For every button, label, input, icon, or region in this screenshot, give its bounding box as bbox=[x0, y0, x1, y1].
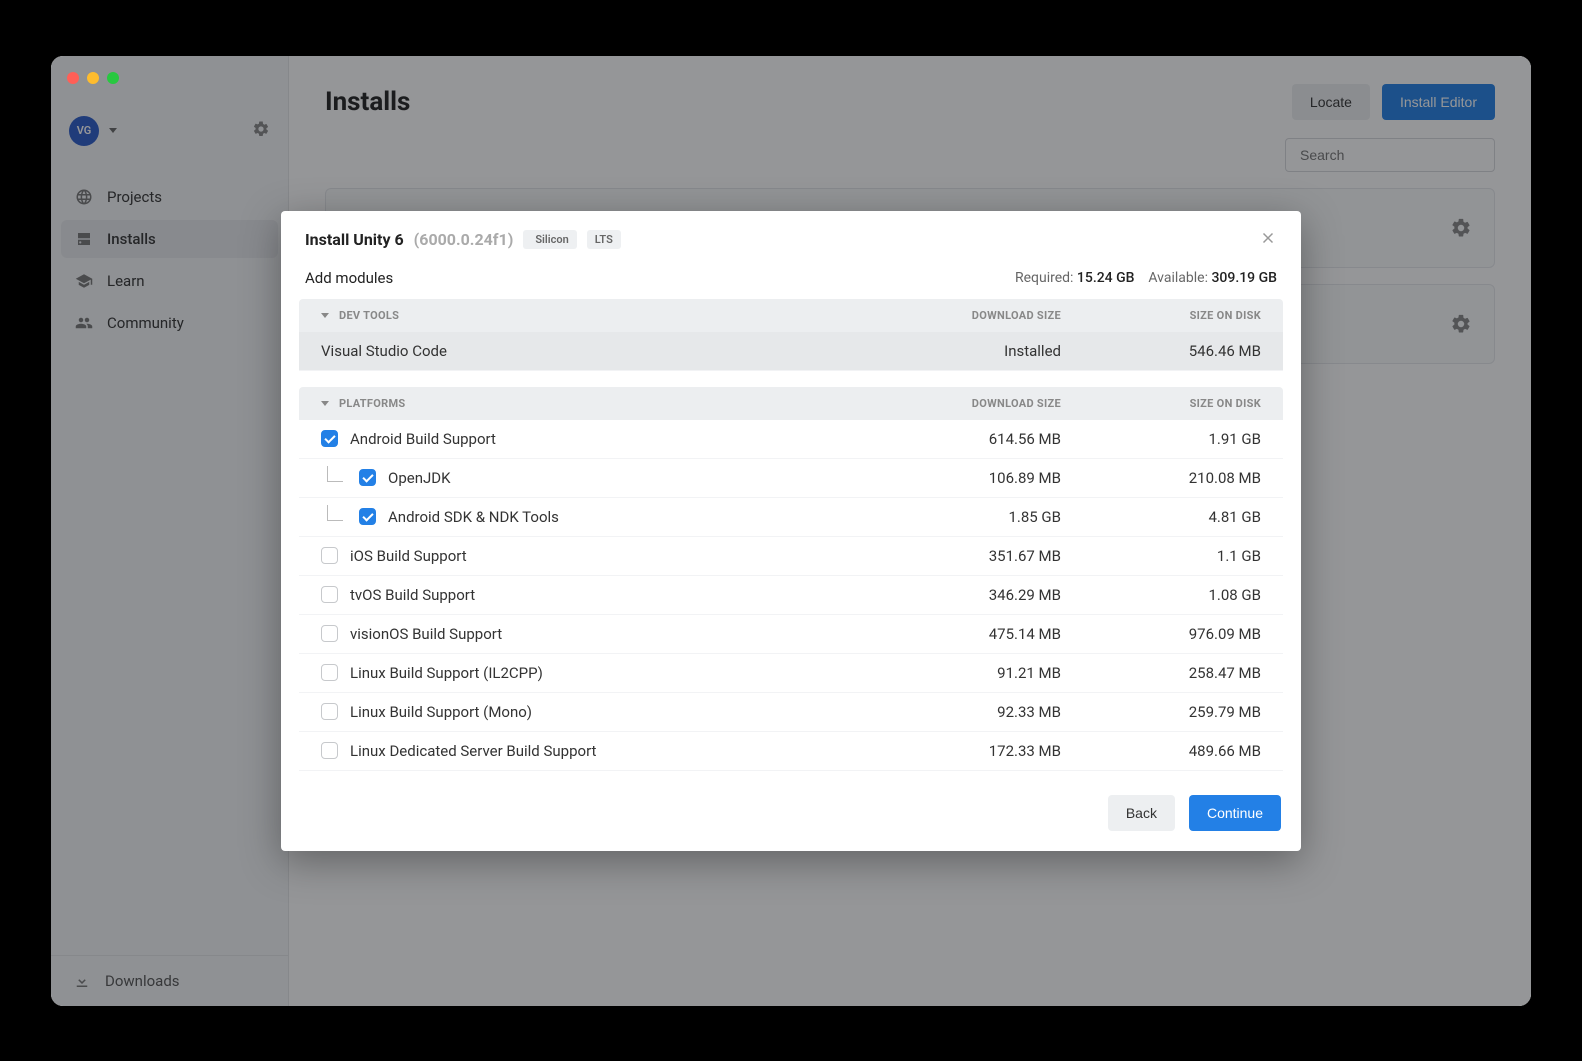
disk-size: 210.08 MB bbox=[1061, 469, 1261, 487]
module-row[interactable]: OpenJDK 106.89 MB210.08 MB bbox=[299, 459, 1283, 498]
module-row[interactable]: Linux Build Support (Mono) 92.33 MB259.79… bbox=[299, 693, 1283, 732]
disk-size: 4.81 GB bbox=[1061, 508, 1261, 526]
module-row[interactable]: Mac Build Support (IL2CPP)568.12 MB1.78 … bbox=[299, 771, 1283, 779]
module-name: Android Build Support bbox=[350, 430, 496, 448]
module-name: Linux Build Support (IL2CPP) bbox=[350, 664, 543, 682]
module-checkbox[interactable] bbox=[321, 547, 338, 564]
module-checkbox[interactable] bbox=[321, 625, 338, 642]
module-name: Android SDK & NDK Tools bbox=[388, 508, 559, 526]
modal-title: Install Unity 6 bbox=[305, 230, 404, 249]
caret-down-icon bbox=[321, 313, 329, 318]
module-checkbox[interactable] bbox=[359, 508, 376, 525]
module-row[interactable]: visionOS Build Support 475.14 MB976.09 MB bbox=[299, 615, 1283, 654]
module-name: Linux Dedicated Server Build Support bbox=[350, 742, 596, 760]
module-name: OpenJDK bbox=[388, 469, 451, 487]
modal-version: (6000.0.24f1) bbox=[414, 230, 514, 249]
section-header-devtools[interactable]: DEV TOOLS DOWNLOAD SIZE SIZE ON DISK bbox=[299, 299, 1283, 332]
download-size: 475.14 MB bbox=[861, 625, 1061, 643]
disk-size: 1.1 GB bbox=[1061, 547, 1261, 565]
modal-footer: Back Continue bbox=[281, 779, 1301, 851]
continue-button[interactable]: Continue bbox=[1189, 795, 1281, 831]
arch-badge: Silicon bbox=[523, 230, 576, 249]
download-size: 346.29 MB bbox=[861, 586, 1061, 604]
tree-line-icon bbox=[327, 466, 343, 482]
module-name: visionOS Build Support bbox=[350, 625, 502, 643]
add-modules-label: Add modules bbox=[305, 269, 393, 287]
module-name: iOS Build Support bbox=[350, 547, 467, 565]
module-checkbox[interactable] bbox=[321, 586, 338, 603]
disk-size: 489.66 MB bbox=[1061, 742, 1261, 760]
modal-title-wrap: Install Unity 6 (6000.0.24f1) Silicon LT… bbox=[305, 230, 621, 249]
module-row[interactable]: iOS Build Support 351.67 MB1.1 GB bbox=[299, 537, 1283, 576]
back-button[interactable]: Back bbox=[1108, 795, 1175, 831]
tree-line-icon bbox=[327, 505, 343, 521]
download-size: 91.21 MB bbox=[861, 664, 1061, 682]
download-size: 1.85 GB bbox=[861, 508, 1061, 526]
module-row[interactable]: Android SDK & NDK Tools 1.85 GB4.81 GB bbox=[299, 498, 1283, 537]
section-header-platforms[interactable]: PLATFORMS DOWNLOAD SIZE SIZE ON DISK bbox=[299, 387, 1283, 420]
disk-summary: Required: 15.24 GB Available: 309.19 GB bbox=[1015, 270, 1277, 286]
module-row[interactable]: Linux Build Support (IL2CPP) 91.21 MB258.… bbox=[299, 654, 1283, 693]
disk-size: 1.91 GB bbox=[1061, 430, 1261, 448]
close-button[interactable] bbox=[1259, 229, 1277, 251]
install-modules-modal: Install Unity 6 (6000.0.24f1) Silicon LT… bbox=[281, 211, 1301, 851]
module-name: tvOS Build Support bbox=[350, 586, 475, 604]
modal-overlay: Install Unity 6 (6000.0.24f1) Silicon LT… bbox=[51, 56, 1531, 1006]
module-row[interactable]: Linux Dedicated Server Build Support 172.… bbox=[299, 732, 1283, 771]
download-size: 351.67 MB bbox=[861, 547, 1061, 565]
module-name: Linux Build Support (Mono) bbox=[350, 703, 532, 721]
minimize-window-button[interactable] bbox=[87, 72, 99, 84]
download-size: 172.33 MB bbox=[861, 742, 1061, 760]
download-size: 614.56 MB bbox=[861, 430, 1061, 448]
module-checkbox[interactable] bbox=[359, 469, 376, 486]
lts-badge: LTS bbox=[587, 230, 621, 249]
module-checkbox[interactable] bbox=[321, 742, 338, 759]
module-checkbox[interactable] bbox=[321, 703, 338, 720]
module-row-vscode: Visual Studio Code Installed 546.46 MB bbox=[299, 332, 1283, 371]
close-icon bbox=[1259, 229, 1277, 247]
download-size: 106.89 MB bbox=[861, 469, 1061, 487]
maximize-window-button[interactable] bbox=[107, 72, 119, 84]
close-window-button[interactable] bbox=[67, 72, 79, 84]
modal-subheader: Add modules Required: 15.24 GB Available… bbox=[281, 261, 1301, 299]
module-row[interactable]: tvOS Build Support 346.29 MB1.08 GB bbox=[299, 576, 1283, 615]
disk-size: 1.08 GB bbox=[1061, 586, 1261, 604]
disk-size: 976.09 MB bbox=[1061, 625, 1261, 643]
module-checkbox[interactable] bbox=[321, 430, 338, 447]
module-checkbox[interactable] bbox=[321, 664, 338, 681]
caret-down-icon bbox=[321, 401, 329, 406]
disk-size: 259.79 MB bbox=[1061, 703, 1261, 721]
module-row[interactable]: Android Build Support 614.56 MB1.91 GB bbox=[299, 420, 1283, 459]
window-controls bbox=[67, 72, 119, 84]
app-window: VG Projects Installs Learn Commun bbox=[51, 56, 1531, 1006]
modal-header: Install Unity 6 (6000.0.24f1) Silicon LT… bbox=[281, 211, 1301, 261]
download-size: 92.33 MB bbox=[861, 703, 1061, 721]
disk-size: 258.47 MB bbox=[1061, 664, 1261, 682]
modules-list[interactable]: DEV TOOLS DOWNLOAD SIZE SIZE ON DISK Vis… bbox=[281, 299, 1301, 779]
